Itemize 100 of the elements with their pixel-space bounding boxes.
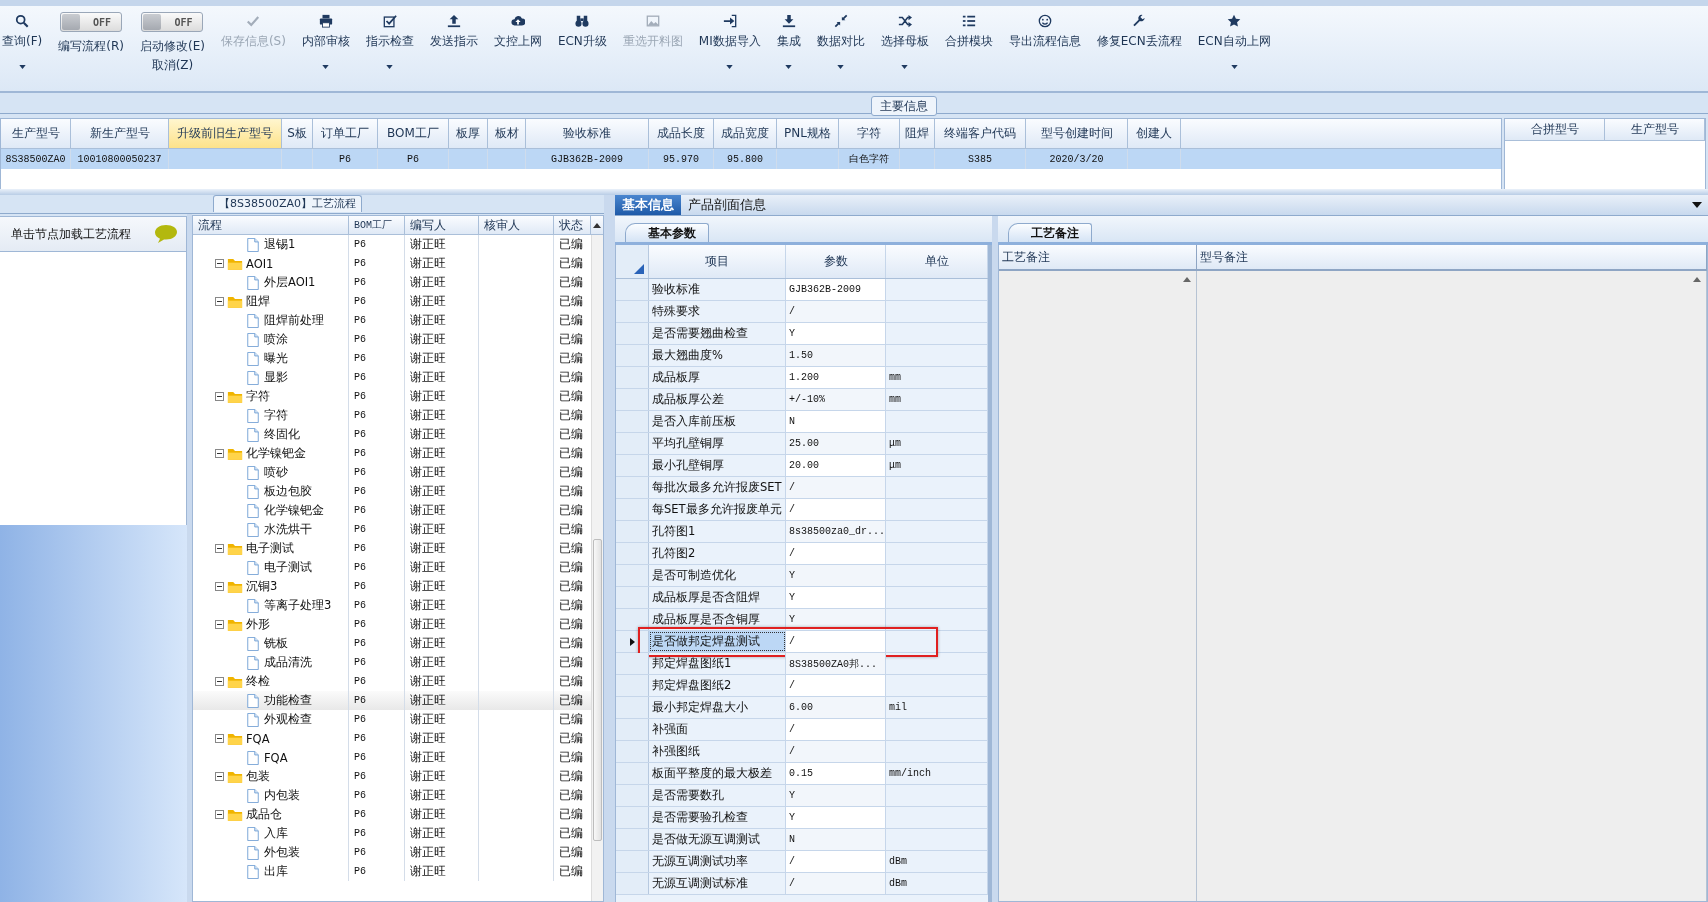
table-cell[interactable]: N [786, 411, 886, 432]
tree-row[interactable]: FQA P6 谢正旺 已编 [193, 729, 591, 748]
table-cell[interactable]: / [786, 301, 886, 322]
table-row[interactable]: 孔符图2 / [616, 543, 988, 565]
table-row[interactable]: 无源互调测试功率 / dBm [616, 851, 988, 873]
tree-row[interactable]: FQA P6 谢正旺 已编 [193, 748, 591, 767]
column-header[interactable]: 字符 [839, 119, 900, 149]
table-cell[interactable]: Y [786, 807, 886, 828]
table-cell[interactable]: 20.00 [786, 455, 886, 476]
dropdown-icon[interactable] [1692, 202, 1702, 208]
column-header[interactable]: 订单工厂 [313, 119, 378, 149]
splitter-bar[interactable] [187, 214, 192, 902]
collapse-icon[interactable] [215, 677, 224, 686]
table-cell[interactable]: / [786, 741, 886, 762]
table-cell[interactable]: 1.200 [786, 367, 886, 388]
table-row[interactable]: 平均孔壁铜厚 25.00 μm [616, 433, 988, 455]
table-cell[interactable]: / [786, 543, 886, 564]
toggle-switch[interactable]: OFF [60, 12, 123, 32]
toolbar-button[interactable]: 数据对比 [810, 12, 871, 71]
toolbar-button[interactable]: MI数据导入 [692, 12, 767, 71]
table-row[interactable]: 无源互调测试标准 / dBm [616, 873, 988, 895]
table-row[interactable]: 最小邦定焊盘大小 6.00 mil [616, 697, 988, 719]
table-row[interactable]: 是否可制造优化 Y [616, 565, 988, 587]
scroll-up-icon[interactable] [1693, 277, 1701, 282]
table-row[interactable]: 是否需要验孔检查 Y [616, 807, 988, 829]
column-header[interactable]: 项目 [649, 245, 786, 278]
toolbar-button[interactable]: 查询(F) [0, 12, 49, 71]
table-cell[interactable]: / [786, 851, 886, 872]
tree-row[interactable]: 字符 P6 谢正旺 已编 [193, 387, 591, 406]
tree-row[interactable]: 沉铜3 P6 谢正旺 已编 [193, 577, 591, 596]
table-row[interactable]: 孔符图1 8s38500za0_dr... [616, 521, 988, 543]
tree-row[interactable]: 等离子处理3 P6 谢正旺 已编 [193, 596, 591, 615]
collapse-icon[interactable] [215, 772, 224, 781]
tree-row[interactable]: 电子测试 P6 谢正旺 已编 [193, 558, 591, 577]
tab[interactable]: 基本信息 [615, 195, 681, 215]
table-row[interactable]: 邦定焊盘图纸1 8S38500ZA0邦... [616, 653, 988, 675]
tree-row[interactable]: 板边包胶 P6 谢正旺 已编 [193, 482, 591, 501]
table-cell[interactable]: Y [786, 785, 886, 806]
toolbar-button[interactable]: 导出流程信息 [1002, 12, 1087, 52]
tree-row[interactable]: 成品仓 P6 谢正旺 已编 [193, 805, 591, 824]
tree-row[interactable]: 退锡1 P6 谢正旺 已编 [193, 235, 591, 254]
table-row[interactable]: 验收标准 GJB362B-2009 [616, 279, 988, 301]
table-cell[interactable]: 8s38500za0_dr... [786, 521, 886, 542]
tree-row[interactable]: 成品清洗 P6 谢正旺 已编 [193, 653, 591, 672]
column-header[interactable]: 生产型号 [1, 119, 71, 149]
tree-row[interactable]: 化学镍钯金 P6 谢正旺 已编 [193, 444, 591, 463]
collapse-icon[interactable] [215, 297, 224, 306]
table-cell[interactable]: +/-10% [786, 389, 886, 410]
tree-row[interactable]: 外形 P6 谢正旺 已编 [193, 615, 591, 634]
table-cell[interactable]: / [786, 675, 886, 696]
tree-row[interactable]: 字符 P6 谢正旺 已编 [193, 406, 591, 425]
column-header[interactable]: 合拼型号 [1505, 119, 1605, 141]
column-header[interactable]: S板 [282, 119, 313, 149]
toolbar-button[interactable]: ECN自动上网 [1191, 12, 1277, 71]
column-header[interactable]: 单位 [886, 245, 988, 278]
table-row[interactable]: 邦定焊盘图纸2 / [616, 675, 988, 697]
column-header[interactable]: 验收标准 [526, 119, 649, 149]
toolbar-button[interactable]: 内部审核 [295, 12, 356, 71]
table-row[interactable]: 每批次最多允许报废SET / [616, 477, 988, 499]
tree-row[interactable]: 包装 P6 谢正旺 已编 [193, 767, 591, 786]
toolbar-button[interactable]: 文控上网 [487, 12, 548, 52]
tree-row[interactable]: 电子测试 P6 谢正旺 已编 [193, 539, 591, 558]
collapse-icon[interactable] [215, 810, 224, 819]
notes-field[interactable] [999, 271, 1197, 901]
toolbar-button[interactable]: 选择母板 [874, 12, 935, 71]
table-row[interactable]: 是否入库前压板 N [616, 411, 988, 433]
scrollbar-track[interactable] [591, 235, 603, 901]
tree-row[interactable]: 终固化 P6 谢正旺 已编 [193, 425, 591, 444]
collapse-icon[interactable] [215, 544, 224, 553]
toolbar-button[interactable]: 发送指示 [423, 12, 484, 52]
collapse-icon[interactable] [215, 582, 224, 591]
tree-row[interactable]: 铣板 P6 谢正旺 已编 [193, 634, 591, 653]
toggle-switch[interactable]: OFF [141, 12, 204, 32]
column-header[interactable]: 参数 [786, 245, 886, 278]
table-cell[interactable]: N [786, 829, 886, 850]
collapse-icon[interactable] [215, 620, 224, 629]
column-header[interactable]: 成品宽度 [714, 119, 777, 149]
toolbar-button[interactable]: 合拼模块 [938, 12, 999, 52]
table-row[interactable]: 补强图纸 / [616, 741, 988, 763]
column-header[interactable]: 核审人 [479, 216, 554, 234]
tree-row[interactable]: 外层AOI1 P6 谢正旺 已编 [193, 273, 591, 292]
tree-row[interactable]: 水洗烘干 P6 谢正旺 已编 [193, 520, 591, 539]
column-header[interactable]: 阻焊 [900, 119, 935, 149]
table-row[interactable]: 特殊要求 / [616, 301, 988, 323]
notes-field[interactable] [1197, 271, 1707, 901]
tree-row[interactable]: 喷砂 P6 谢正旺 已编 [193, 463, 591, 482]
scroll-up-icon[interactable] [593, 222, 601, 228]
tree-row[interactable]: 显影 P6 谢正旺 已编 [193, 368, 591, 387]
table-row[interactable]: 是否需要数孔 Y [616, 785, 988, 807]
table-row[interactable]: 成品板厚是否含阻焊 Y [616, 587, 988, 609]
table-row[interactable]: 成品板厚公差 +/-10% mm [616, 389, 988, 411]
column-header[interactable]: BOM工厂 [378, 119, 449, 149]
column-header[interactable]: 终端客户代码 [935, 119, 1026, 149]
column-header[interactable]: 新生产型号 [71, 119, 169, 149]
tree-row[interactable]: 内包装 P6 谢正旺 已编 [193, 786, 591, 805]
table-cell[interactable]: / [786, 477, 886, 498]
tree-row[interactable]: 喷涂 P6 谢正旺 已编 [193, 330, 591, 349]
table-row[interactable]: 8S38500ZA0 10010800050237 P6 P6 GJB362B-2009 95.970 95.800 白色字符 S385 2020/3/20 [1, 149, 1501, 169]
table-cell[interactable]: Y [786, 323, 886, 344]
table-cell[interactable]: / [786, 873, 886, 894]
